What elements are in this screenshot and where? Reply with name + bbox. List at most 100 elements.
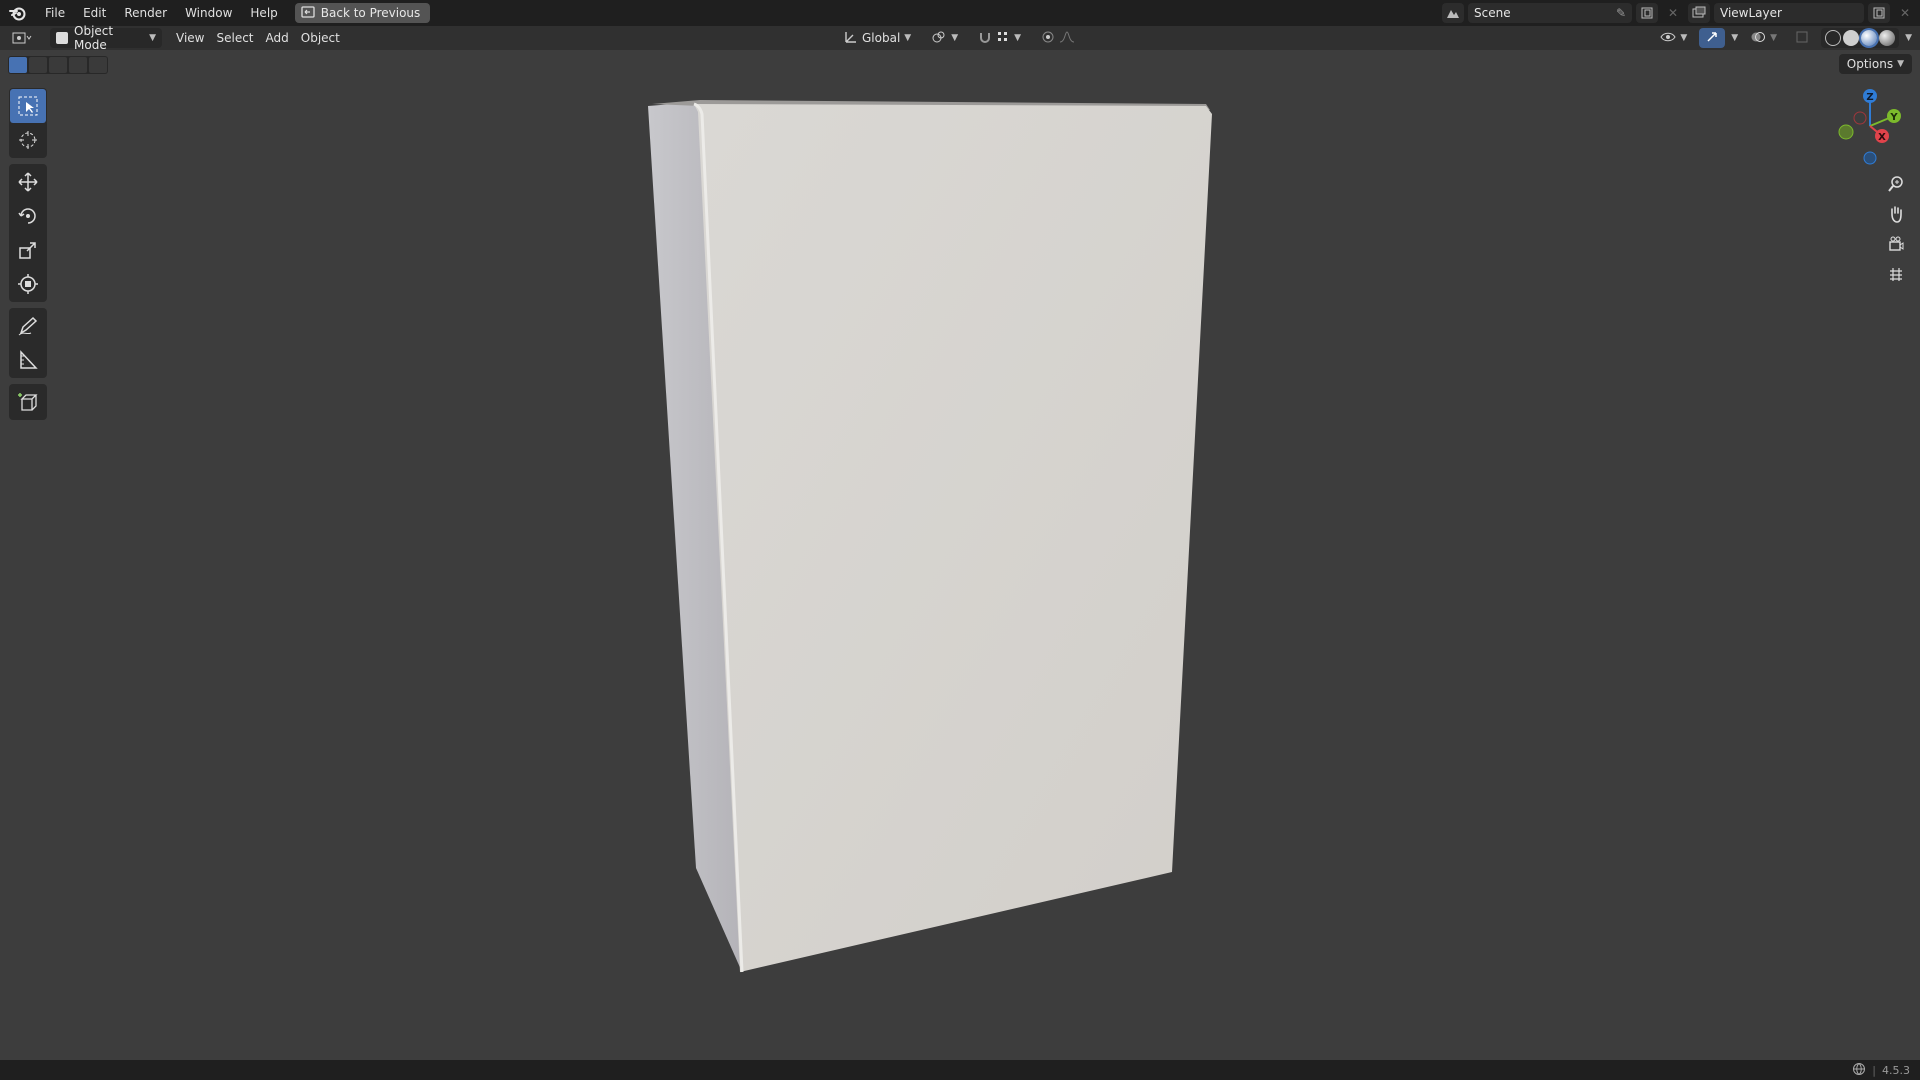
camera-view-icon[interactable] xyxy=(1882,230,1910,258)
measure-tool[interactable] xyxy=(10,343,46,377)
proportional-editing-toggle[interactable] xyxy=(1035,28,1081,48)
options-dropdown[interactable]: Options ▼ xyxy=(1838,54,1912,74)
move-icon xyxy=(18,172,38,192)
wireframe-shading-icon[interactable] xyxy=(1825,30,1842,46)
box-front-face xyxy=(694,104,1212,972)
pivot-point-dropdown[interactable]: ▼ xyxy=(925,28,964,48)
new-scene-icon[interactable] xyxy=(1636,3,1658,23)
transform-orientation-dropdown[interactable]: Global ▼ xyxy=(838,28,917,48)
screen-back-icon xyxy=(301,5,315,21)
cursor-tool[interactable] xyxy=(10,123,46,157)
scene-selector-icon[interactable] xyxy=(1442,3,1464,23)
box-object[interactable] xyxy=(0,0,1920,1080)
add-cube-tool[interactable] xyxy=(10,385,46,419)
select-extend-icon[interactable] xyxy=(29,57,47,73)
menu-object[interactable]: Object xyxy=(295,28,346,48)
xray-toggle[interactable] xyxy=(1789,28,1815,48)
pan-hand-icon[interactable] xyxy=(1882,200,1910,228)
menu-view[interactable]: View xyxy=(170,28,210,48)
view-layer-selector-icon[interactable] xyxy=(1688,3,1710,23)
scale-tool[interactable] xyxy=(10,233,46,267)
chevron-down-icon[interactable]: ▼ xyxy=(1731,33,1738,43)
object-mode-dropdown[interactable]: Object Mode ▼ xyxy=(50,24,162,52)
tool-group-transform xyxy=(9,164,47,302)
editor-type-selector[interactable] xyxy=(6,28,46,48)
annotate-tool[interactable] xyxy=(10,309,46,343)
rotate-tool[interactable] xyxy=(10,199,46,233)
menu-select[interactable]: Select xyxy=(210,28,259,48)
snap-magnet-icon xyxy=(978,30,992,47)
transform-tool[interactable] xyxy=(10,267,46,301)
eye-icon xyxy=(1660,31,1676,46)
top-bar: File Edit Render Window Help Back to Pre… xyxy=(0,0,1920,26)
shading-modes xyxy=(1821,28,1900,48)
scale-icon xyxy=(19,242,36,259)
zoom-icon[interactable] xyxy=(1882,170,1910,198)
menu-edit[interactable]: Edit xyxy=(74,0,115,26)
scene-name: Scene xyxy=(1474,6,1511,20)
overlays-icon xyxy=(1750,30,1766,47)
view-layer-name: ViewLayer xyxy=(1720,6,1782,20)
tool-shelf xyxy=(9,88,47,426)
back-to-previous-button[interactable]: Back to Previous xyxy=(294,3,431,23)
falloff-curve-icon xyxy=(1059,30,1075,47)
annotate-pencil-icon xyxy=(18,316,38,336)
menu-render[interactable]: Render xyxy=(115,0,176,26)
editor-type-icon xyxy=(12,32,32,44)
back-to-previous-label: Back to Previous xyxy=(320,6,421,20)
overlays-toggle[interactable]: ▼ xyxy=(1744,28,1783,48)
snap-toggle[interactable]: ▼ xyxy=(972,28,1027,48)
menu-add[interactable]: Add xyxy=(260,28,295,48)
pin-icon[interactable]: ✎ xyxy=(1616,6,1626,20)
menu-help[interactable]: Help xyxy=(241,0,286,26)
gizmo-neg-x-axis xyxy=(1853,111,1867,125)
material-preview-shading-icon[interactable] xyxy=(1861,30,1878,46)
gizmo-x-label: X xyxy=(1878,132,1886,143)
visibility-dropdown[interactable]: ▼ xyxy=(1654,28,1693,48)
snap-grid-icon xyxy=(996,30,1010,47)
select-new-icon[interactable] xyxy=(9,57,27,73)
chevron-down-icon: ▼ xyxy=(951,33,959,43)
rendered-shading-icon[interactable] xyxy=(1879,30,1896,46)
box-top-edge xyxy=(652,100,1210,110)
object-mode-label: Object Mode xyxy=(74,24,114,52)
delete-scene-icon[interactable]: ✕ xyxy=(1662,3,1684,23)
chevron-down-icon: ▼ xyxy=(1770,33,1778,43)
rotate-icon xyxy=(18,208,36,224)
scene-field[interactable]: Scene ✎ xyxy=(1468,3,1632,23)
viewport-nav-buttons xyxy=(1882,170,1910,288)
add-cube-icon xyxy=(18,393,38,411)
chevron-down-icon: ▼ xyxy=(1014,33,1022,43)
select-box-tool[interactable] xyxy=(10,89,46,123)
blender-logo-icon[interactable] xyxy=(0,0,36,26)
tool-group-add xyxy=(9,384,47,420)
chevron-down-icon: ▼ xyxy=(149,33,156,43)
network-globe-icon[interactable] xyxy=(1852,1062,1866,1079)
chevron-down-icon: ▼ xyxy=(1680,33,1688,43)
tool-group-annotate xyxy=(9,308,47,378)
measure-ruler-icon xyxy=(20,350,38,369)
xray-icon xyxy=(1795,30,1809,47)
ortho-grid-icon[interactable] xyxy=(1882,260,1910,288)
select-subtract-icon[interactable] xyxy=(49,57,67,73)
transform-orientation-label: Global xyxy=(862,31,901,45)
select-invert-icon[interactable] xyxy=(69,57,87,73)
menu-window[interactable]: Window xyxy=(176,0,241,26)
chevron-down-icon[interactable]: ▼ xyxy=(1905,33,1912,43)
select-intersect-icon[interactable] xyxy=(89,57,107,73)
gizmo-toggle[interactable] xyxy=(1699,28,1726,48)
new-view-layer-icon[interactable] xyxy=(1868,3,1890,23)
box-side-face xyxy=(648,102,742,972)
solid-shading-icon[interactable] xyxy=(1843,30,1860,46)
gizmo-neg-y-axis xyxy=(1838,124,1854,140)
chevron-down-icon: ▼ xyxy=(1897,59,1904,69)
box-bevel-edge xyxy=(693,102,744,973)
navigation-gizmo[interactable]: Z Y X xyxy=(1830,86,1910,166)
delete-view-layer-icon[interactable]: ✕ xyxy=(1894,3,1916,23)
cursor-icon xyxy=(19,131,37,149)
header-right-tools: ▼ ▼ ▼ ▼ xyxy=(1654,28,1912,48)
menu-file[interactable]: File xyxy=(36,0,74,26)
view-layer-field[interactable]: ViewLayer xyxy=(1714,3,1864,23)
orientation-icon xyxy=(844,30,858,47)
move-tool[interactable] xyxy=(10,165,46,199)
